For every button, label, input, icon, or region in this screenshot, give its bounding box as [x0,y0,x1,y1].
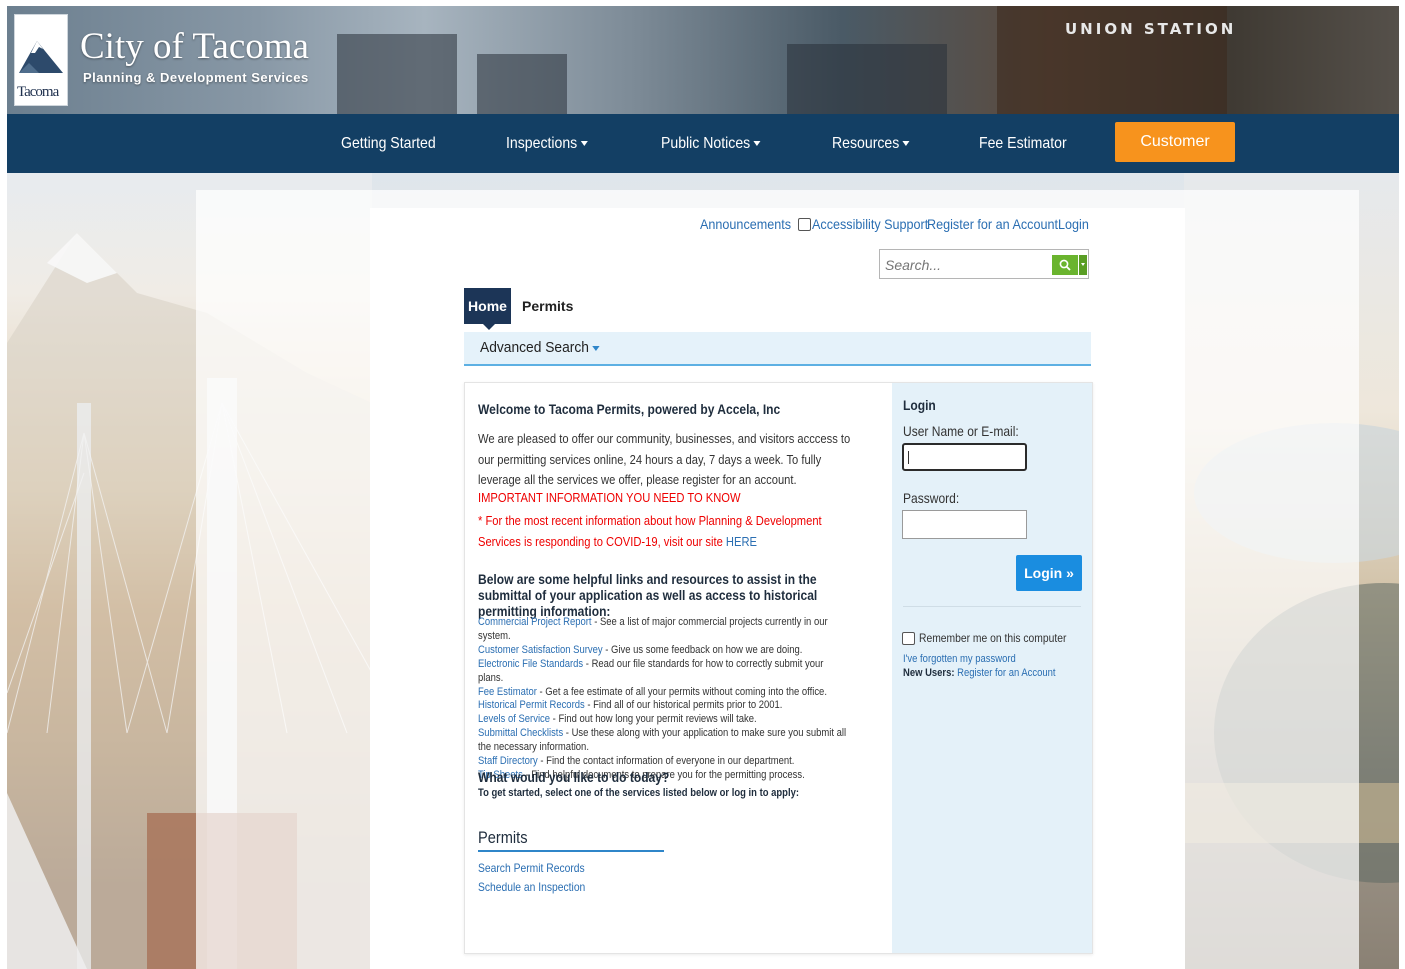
login-divider [903,606,1081,607]
list-item: Fee Estimator - Get a fee estimate of al… [478,686,848,700]
username-label: User Name or E-mail: [903,423,1019,439]
username-field[interactable] [902,443,1027,471]
password-field[interactable] [902,510,1027,539]
permits-heading-underline [478,850,664,852]
helpful-links-list: Commercial Project Report - See a list o… [478,616,848,783]
logo-wordmark: Tacoma [17,84,59,101]
link-description: - Give us some feedback on how we are do… [602,643,803,656]
tab-home[interactable]: Home [464,288,511,330]
list-item: Customer Satisfaction Survey - Give us s… [478,644,848,658]
tab-permits[interactable]: Permits [522,288,573,324]
list-item: Submittal Checklists - Use these along w… [478,727,848,755]
commercial-project-report-link[interactable]: Commercial Project Report [478,616,592,628]
remember-me-checkbox[interactable] [902,632,915,645]
nav-label: Inspections [506,135,578,152]
nav-label: Public Notices [661,135,751,152]
search-box [879,249,1089,279]
historical-permit-records-link[interactable]: Historical Permit Records [478,699,585,711]
register-link[interactable]: Register for an Account [927,216,1058,232]
link-description: - Find out how long your permit reviews … [550,713,757,726]
caret-down-icon [580,141,588,147]
link-description: - Find all of our historical permits pri… [584,699,783,712]
main-navbar: Getting Started Inspections Public Notic… [7,114,1399,190]
advanced-search-bar: Advanced Search [464,332,1091,366]
today-heading: What would you like to do today? [478,769,670,785]
link-description: - Find the contact information of everyo… [537,755,795,768]
login-button[interactable]: Login » [1016,555,1082,591]
welcome-column: Welcome to Tacoma Permits, powered by Ac… [465,383,891,953]
register-account-link[interactable]: Register for an Account [957,667,1055,679]
today-subheading: To get started, select one of the servic… [478,787,800,799]
caret-down-icon [902,141,910,147]
search-options-dropdown[interactable] [1079,255,1087,275]
nav-inspections[interactable]: Inspections [506,114,588,173]
helpful-links-heading: Below are some helpful links and resourc… [478,571,818,619]
nav-label: Fee Estimator [979,135,1067,152]
covid-notice-text: * For the most recent information about … [478,513,822,549]
covid-here-link[interactable]: HERE [726,534,757,549]
nav-label: Resources [832,135,900,152]
union-station-sign: UNION STATION [1065,20,1237,38]
mountain-icon [19,41,63,73]
search-input[interactable] [883,254,1047,276]
permits-section-heading: Permits [478,828,528,847]
search-icon [1059,259,1071,271]
new-users-label: New Users: [903,667,955,679]
nav-fee-estimator[interactable]: Fee Estimator [979,114,1067,173]
accessibility-support-link[interactable]: Accessibility Support [812,216,928,232]
covid-notice: * For the most recent information about … [478,511,856,552]
important-notice-heading: IMPORTANT INFORMATION YOU NEED TO KNOW [478,490,741,505]
customer-survey-button[interactable]: Customer Survey [1115,122,1235,190]
customer-satisfaction-survey-link[interactable]: Customer Satisfaction Survey [478,644,603,656]
main-content: Announcements Accessibility Support Regi… [370,208,1185,969]
nav-resources[interactable]: Resources [832,114,910,173]
nav-getting-started[interactable]: Getting Started [341,114,436,173]
announcements-link[interactable]: Announcements [700,216,791,232]
login-link[interactable]: Login [1058,216,1089,232]
list-item: Historical Permit Records - Find all of … [478,699,848,713]
text-cursor [908,451,909,464]
remember-me-label: Remember me on this computer [919,631,1067,645]
electronic-file-standards-link[interactable]: Electronic File Standards [478,658,583,670]
submittal-checklists-link[interactable]: Submittal Checklists [478,727,563,739]
list-item: Staff Directory - Find the contact infor… [478,755,848,769]
nav-public-notices[interactable]: Public Notices [661,114,761,173]
banner-building [787,44,947,114]
advanced-search-label: Advanced Search [480,339,589,356]
caret-down-icon [592,345,600,351]
link-description: - Get a fee estimate of all your permits… [536,685,827,698]
banner-building [477,54,567,114]
welcome-body: We are pleased to offer our community, b… [478,431,851,487]
caret-down-icon [753,141,761,147]
fee-estimator-link[interactable]: Fee Estimator [478,686,537,698]
site-title[interactable]: City of Tacoma [80,28,309,65]
city-logo[interactable]: Tacoma [14,14,68,106]
list-item: Commercial Project Report - See a list o… [478,616,848,644]
staff-directory-link[interactable]: Staff Directory [478,755,538,767]
banner-building [337,34,457,114]
search-button[interactable] [1052,255,1078,275]
levels-of-service-link[interactable]: Levels of Service [478,713,550,725]
login-panel: Login User Name or E-mail: Password: Log… [892,383,1092,953]
welcome-title: Welcome to Tacoma Permits, powered by Ac… [478,401,781,417]
forgot-password-link[interactable]: I've forgotten my password [903,653,1016,665]
password-label: Password: [903,490,960,506]
list-item: Levels of Service - Find out how long yo… [478,713,848,727]
new-users-line: New Users: Register for an Account [903,667,1056,679]
search-permit-records-link[interactable]: Search Permit Records [478,861,585,875]
home-content-box: Welcome to Tacoma Permits, powered by Ac… [464,382,1093,954]
list-item: Electronic File Standards - Read our fil… [478,658,848,686]
nav-label: Getting Started [341,135,436,152]
accessibility-checkbox[interactable] [798,218,811,231]
schedule-inspection-link[interactable]: Schedule an Inspection [478,880,585,894]
advanced-search-toggle[interactable]: Advanced Search [480,332,600,364]
site-subtitle: Planning & Development Services [83,70,309,85]
header-banner: UNION STATION Tacoma City of Tacoma Plan… [7,6,1399,114]
login-heading: Login [903,397,936,413]
